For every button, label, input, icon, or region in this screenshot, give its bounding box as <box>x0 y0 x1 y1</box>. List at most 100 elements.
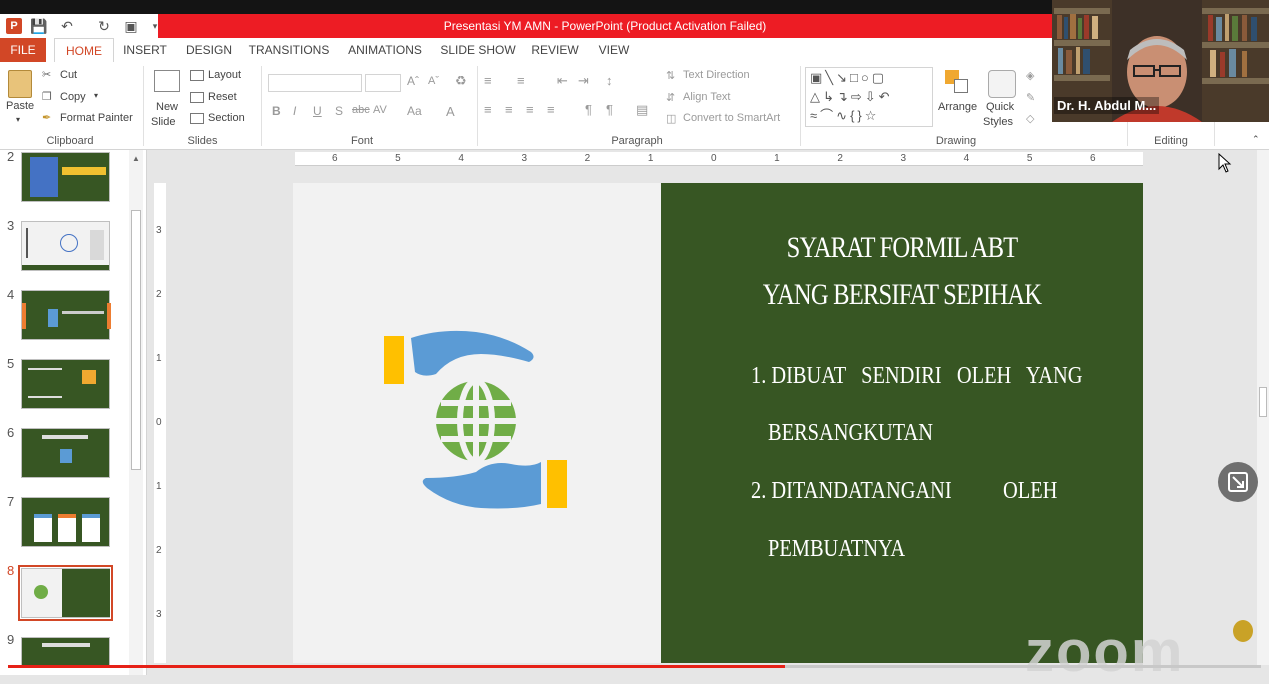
arrange-button[interactable]: Arrange <box>938 101 977 113</box>
slide-canvas[interactable]: SYARAT FORMIL ABT YANG BERSIFAT SEPIHAK … <box>293 183 1143 663</box>
layout-button[interactable]: Layout <box>208 69 241 81</box>
bold-icon[interactable]: B <box>272 104 281 118</box>
elbow-shape-icon[interactable]: ↴ <box>837 89 851 104</box>
shape-fill-icon[interactable]: ◈ <box>1026 69 1034 82</box>
tab-review[interactable]: REVIEW <box>530 38 580 62</box>
slide-thumbnail-6[interactable] <box>21 428 110 478</box>
collapse-ribbon-icon[interactable]: ⌃ <box>1252 134 1260 145</box>
text-direction-rtl-icon[interactable]: ¶ <box>585 102 592 117</box>
font-color-icon[interactable]: A <box>446 104 455 119</box>
thumbnail-scroll-thumb[interactable] <box>131 210 141 470</box>
change-case-icon[interactable]: Aa <box>407 104 422 118</box>
slide-thumbnail-8[interactable] <box>21 568 110 618</box>
rectangle-shape-icon[interactable]: □ <box>850 70 861 85</box>
numbering-icon[interactable]: ≡ <box>517 73 525 88</box>
grow-font-icon[interactable]: Aˆ <box>407 74 419 88</box>
align-text-button[interactable]: Align Text <box>683 91 731 103</box>
paste-icon[interactable] <box>8 70 32 98</box>
ruler-tick-label: 5 <box>395 153 401 164</box>
curve-shape-icon[interactable]: ↶ <box>879 89 893 104</box>
increase-indent-icon[interactable]: ⇥ <box>578 73 589 89</box>
copy-button[interactable]: Copy <box>60 91 86 103</box>
tab-slide-show[interactable]: SLIDE SHOW <box>440 38 516 62</box>
align-center-icon[interactable]: ≡ <box>505 102 513 117</box>
rounded-rect-shape-icon[interactable]: ▢ <box>872 70 887 85</box>
font-name-input[interactable] <box>268 74 362 92</box>
copy-dropdown-icon[interactable]: ▾ <box>94 91 98 100</box>
textbox-shape-icon[interactable]: ▣ <box>810 70 825 85</box>
star-shape-icon[interactable]: ☆ <box>865 108 880 123</box>
tab-view[interactable]: VIEW <box>594 38 634 62</box>
exit-fullscreen-button[interactable] <box>1218 462 1258 502</box>
reset-button[interactable]: Reset <box>208 91 237 103</box>
slide-thumbnail-4[interactable] <box>21 290 111 340</box>
text-direction-button[interactable]: Text Direction <box>683 69 750 81</box>
thumbnail-number: 6 <box>7 425 15 440</box>
text-direction-ltr-icon[interactable]: ¶ <box>606 102 613 117</box>
line-shape-icon[interactable]: ╲ <box>825 70 836 85</box>
globe-hands-icon <box>384 330 567 509</box>
scroll-up-icon[interactable]: ▲ <box>130 154 142 164</box>
brace-right-shape-icon[interactable]: } <box>857 108 864 123</box>
redo-icon[interactable]: ↻ <box>95 17 113 35</box>
bullets-icon[interactable]: ≡ <box>484 73 492 88</box>
right-arrow-shape-icon[interactable]: ⇨ <box>851 89 865 104</box>
slide-thumbnail-7[interactable] <box>21 497 110 547</box>
tab-file[interactable]: FILE <box>0 38 46 62</box>
tab-home[interactable]: HOME <box>54 38 114 62</box>
start-from-beginning-icon[interactable]: ▣ <box>122 17 140 35</box>
ruler-tick-label: 1 <box>156 481 162 492</box>
cut-button[interactable]: Cut <box>60 69 77 81</box>
connector-shape-icon[interactable]: ↳ <box>823 89 837 104</box>
down-arrow-shape-icon[interactable]: ⇩ <box>865 89 879 104</box>
slide-thumbnail-5[interactable] <box>21 359 110 409</box>
new-slide-label[interactable]: New <box>156 101 178 113</box>
clear-formatting-icon[interactable]: ♻ <box>455 73 467 89</box>
section-button[interactable]: Section <box>208 112 245 124</box>
shapes-gallery[interactable]: ▣╲↘□○▢ △↳↴⇨⇩↶ ≈⌒∿{}☆ <box>805 67 933 127</box>
convert-to-smartart-button[interactable]: Convert to SmartArt <box>683 112 780 124</box>
underline-icon[interactable]: U <box>313 104 322 118</box>
save-icon[interactable]: 💾 <box>30 17 48 35</box>
quick-styles-label[interactable]: Quick <box>986 101 1014 113</box>
slide-thumbnail-9[interactable] <box>21 637 110 667</box>
section-icon <box>190 113 204 124</box>
arrow-line-shape-icon[interactable]: ↘ <box>836 70 850 85</box>
paste-dropdown-icon[interactable]: ▾ <box>16 115 20 124</box>
paste-button[interactable]: Paste <box>6 100 34 112</box>
shape-effects-icon[interactable]: ◇ <box>1026 112 1034 125</box>
curve2-shape-icon[interactable]: ∿ <box>836 108 850 123</box>
tab-design[interactable]: DESIGN <box>182 38 236 62</box>
tab-insert[interactable]: INSERT <box>120 38 170 62</box>
triangle-shape-icon[interactable]: △ <box>810 89 823 104</box>
format-painter-button[interactable]: Format Painter <box>60 112 133 124</box>
line-spacing-icon[interactable]: ↕ <box>606 73 613 88</box>
columns-icon[interactable]: ▤ <box>636 102 648 118</box>
undo-icon[interactable]: ↶ <box>58 17 76 35</box>
slide-scrollbar[interactable] <box>1257 150 1269 665</box>
new-slide-icon[interactable] <box>154 70 180 92</box>
tab-transitions[interactable]: TRANSITIONS <box>247 38 331 62</box>
arc-shape-icon[interactable]: ⌒ <box>820 108 836 123</box>
strikethrough-icon[interactable]: abc <box>352 104 370 116</box>
quick-styles-button[interactable]: Styles <box>983 116 1013 128</box>
oval-shape-icon[interactable]: ○ <box>861 70 872 85</box>
shape-outline-icon[interactable]: ✎ <box>1026 91 1035 104</box>
char-spacing-icon[interactable]: AV <box>373 104 387 116</box>
slide-thumbnail-2[interactable] <box>21 152 110 202</box>
slide-thumbnail-3[interactable] <box>21 221 110 271</box>
justify-icon[interactable]: ≡ <box>547 102 555 117</box>
video-progress-track[interactable] <box>8 665 1261 668</box>
slide-scroll-thumb[interactable] <box>1259 387 1267 417</box>
scribble-shape-icon[interactable]: ≈ <box>810 108 820 123</box>
decrease-indent-icon[interactable]: ⇤ <box>557 73 568 89</box>
thumbnail-scrollbar[interactable]: ▲ <box>129 150 143 675</box>
font-size-input[interactable] <box>365 74 401 92</box>
align-left-icon[interactable]: ≡ <box>484 102 492 117</box>
new-slide-button[interactable]: Slide <box>151 116 175 128</box>
italic-icon[interactable]: I <box>293 104 296 118</box>
shadow-icon[interactable]: S <box>335 104 343 118</box>
align-right-icon[interactable]: ≡ <box>526 102 534 117</box>
tab-animations[interactable]: ANIMATIONS <box>342 38 428 62</box>
shrink-font-icon[interactable]: Aˇ <box>428 75 439 87</box>
